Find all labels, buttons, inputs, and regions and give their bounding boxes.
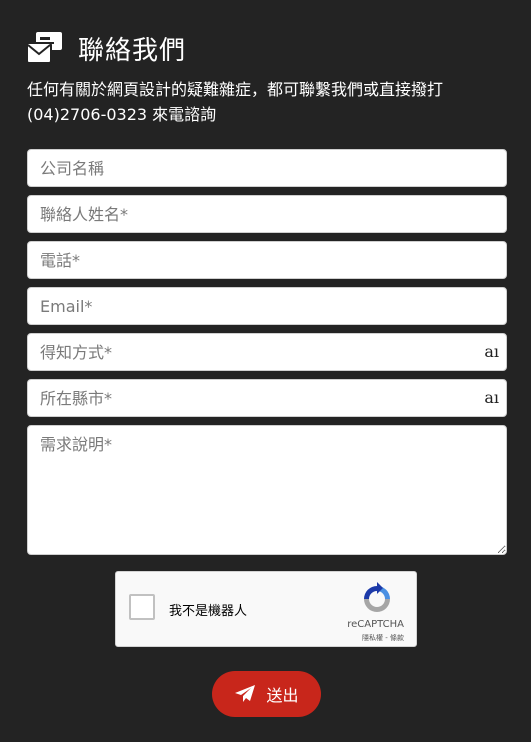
recaptcha-icon [364,582,390,612]
county-dropdown-mark[interactable]: aı [484,388,499,407]
county-select[interactable] [27,379,507,417]
phone-input[interactable] [27,241,507,279]
contact-method-select[interactable] [27,333,507,371]
recaptcha-label: 我不是機器人 [169,604,248,619]
contact-method-dropdown-mark[interactable]: aı [484,342,499,361]
recaptcha-brand: reCAPTCHA [347,619,404,630]
recaptcha-checkbox[interactable] [129,594,155,620]
intro-text: 任何有關於網頁設計的疑難雜症，都可聯繫我們或直接撥打(04)2706-0323 … [27,80,444,124]
page-title: 聯絡我們 [78,35,187,66]
envelope-card-icon [26,32,62,64]
contact-method-field: aı [27,333,507,371]
contact-header: 聯絡我們 [26,28,186,68]
submit-button[interactable]: 送出 [212,671,321,717]
submit-label: 送出 [266,686,299,705]
needs-textarea[interactable] [27,425,507,555]
paper-plane-icon [235,685,256,702]
recaptcha-widget: 我不是機器人 reCAPTCHA 隱私權 - 條款 [115,571,417,647]
email-input[interactable] [27,287,507,325]
company-name-input[interactable] [27,149,507,187]
contact-name-input[interactable] [27,195,507,233]
recaptcha-links[interactable]: 隱私權 - 條款 [362,633,404,643]
county-field: aı [27,379,507,417]
